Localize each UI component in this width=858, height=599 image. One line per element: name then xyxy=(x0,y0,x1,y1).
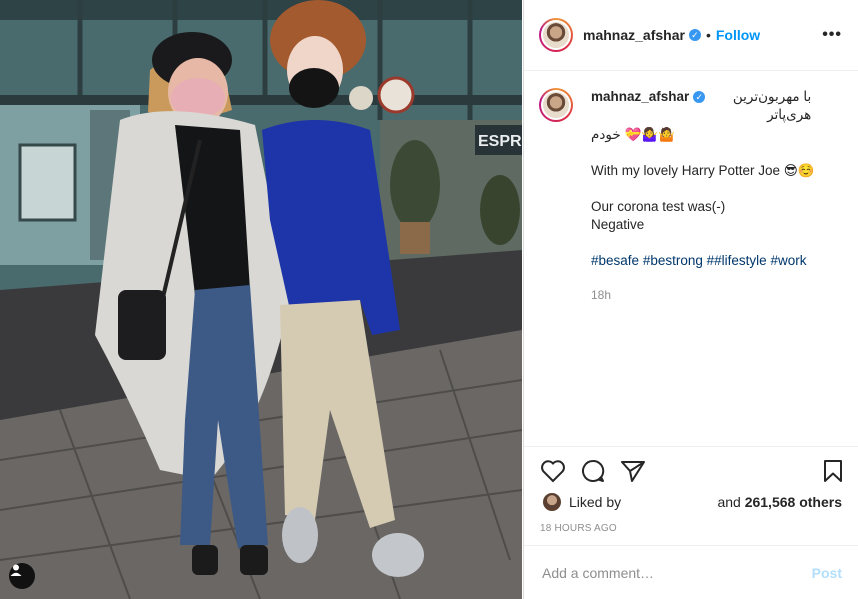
liked-by-label: Liked by xyxy=(569,494,622,510)
action-bar xyxy=(524,446,858,491)
liker-avatar[interactable] xyxy=(542,492,562,512)
caption-line2: Our corona test was(-) xyxy=(591,199,726,214)
hashtag-link[interactable]: ##lifestyle xyxy=(707,253,767,268)
bookmark-icon[interactable] xyxy=(821,459,845,483)
follow-button[interactable]: Follow xyxy=(716,27,760,43)
hashtag-link[interactable]: #besafe xyxy=(591,253,639,268)
separator-dot: • xyxy=(705,27,711,43)
comment-input[interactable] xyxy=(540,563,812,582)
photo-illustration: ESPR xyxy=(0,0,522,599)
instagram-post: ESPR mahnaz_afshar ✓ • Follow ••• mahnaz… xyxy=(0,0,858,599)
likes-summary: Liked by and 261,568 others xyxy=(542,492,842,512)
likes-others-count[interactable]: 261,568 others xyxy=(745,494,842,510)
user-tag-button[interactable] xyxy=(9,563,35,589)
caption-hashtags: #besafe #bestrong ##lifestyle #work xyxy=(591,252,815,270)
hashtag-link[interactable]: #work xyxy=(770,253,806,268)
avatar[interactable] xyxy=(539,18,573,52)
caption-age: 18h xyxy=(591,288,612,302)
verified-badge-icon: ✓ xyxy=(693,91,706,103)
hashtag-link[interactable]: #bestrong xyxy=(643,253,703,268)
photo-sign-text: ESPR xyxy=(478,133,522,150)
heart-icon[interactable] xyxy=(540,459,566,483)
post-sidebar: mahnaz_afshar ✓ • Follow ••• mahnaz_afsh… xyxy=(523,0,858,599)
user-tag-icon xyxy=(10,564,22,576)
post-timestamp[interactable]: 18 HOURS AGO xyxy=(540,523,617,534)
caption-username[interactable]: mahnaz_afshar xyxy=(591,88,689,106)
more-options-icon[interactable]: ••• xyxy=(822,26,842,44)
paper-plane-icon[interactable] xyxy=(620,459,646,483)
likes-and-label: and xyxy=(717,494,741,510)
caption: mahnaz_afshar ✓ با مهربون‌ترین هری‌پاتر … xyxy=(539,88,844,304)
post-photo[interactable]: ESPR xyxy=(0,0,522,599)
comment-box: Post xyxy=(524,545,858,599)
post-header: mahnaz_afshar ✓ • Follow ••• xyxy=(524,0,858,71)
caption-persian-line2: خودم 💝🤷‍♀️🤷 xyxy=(591,127,675,142)
comment-bubble-icon[interactable] xyxy=(580,459,606,483)
post-comment-button[interactable]: Post xyxy=(812,565,842,581)
likes-count[interactable]: and 261,568 others xyxy=(717,494,842,510)
header-username[interactable]: mahnaz_afshar xyxy=(583,27,685,43)
caption-line3: Negative xyxy=(591,217,645,232)
caption-persian-line1: با مهربون‌ترین هری‌پاتر xyxy=(732,89,812,122)
caption-line1: With my lovely Harry Potter Joe 😎☺️ xyxy=(591,163,815,178)
verified-badge-icon: ✓ xyxy=(688,29,701,41)
caption-avatar[interactable] xyxy=(539,88,573,122)
